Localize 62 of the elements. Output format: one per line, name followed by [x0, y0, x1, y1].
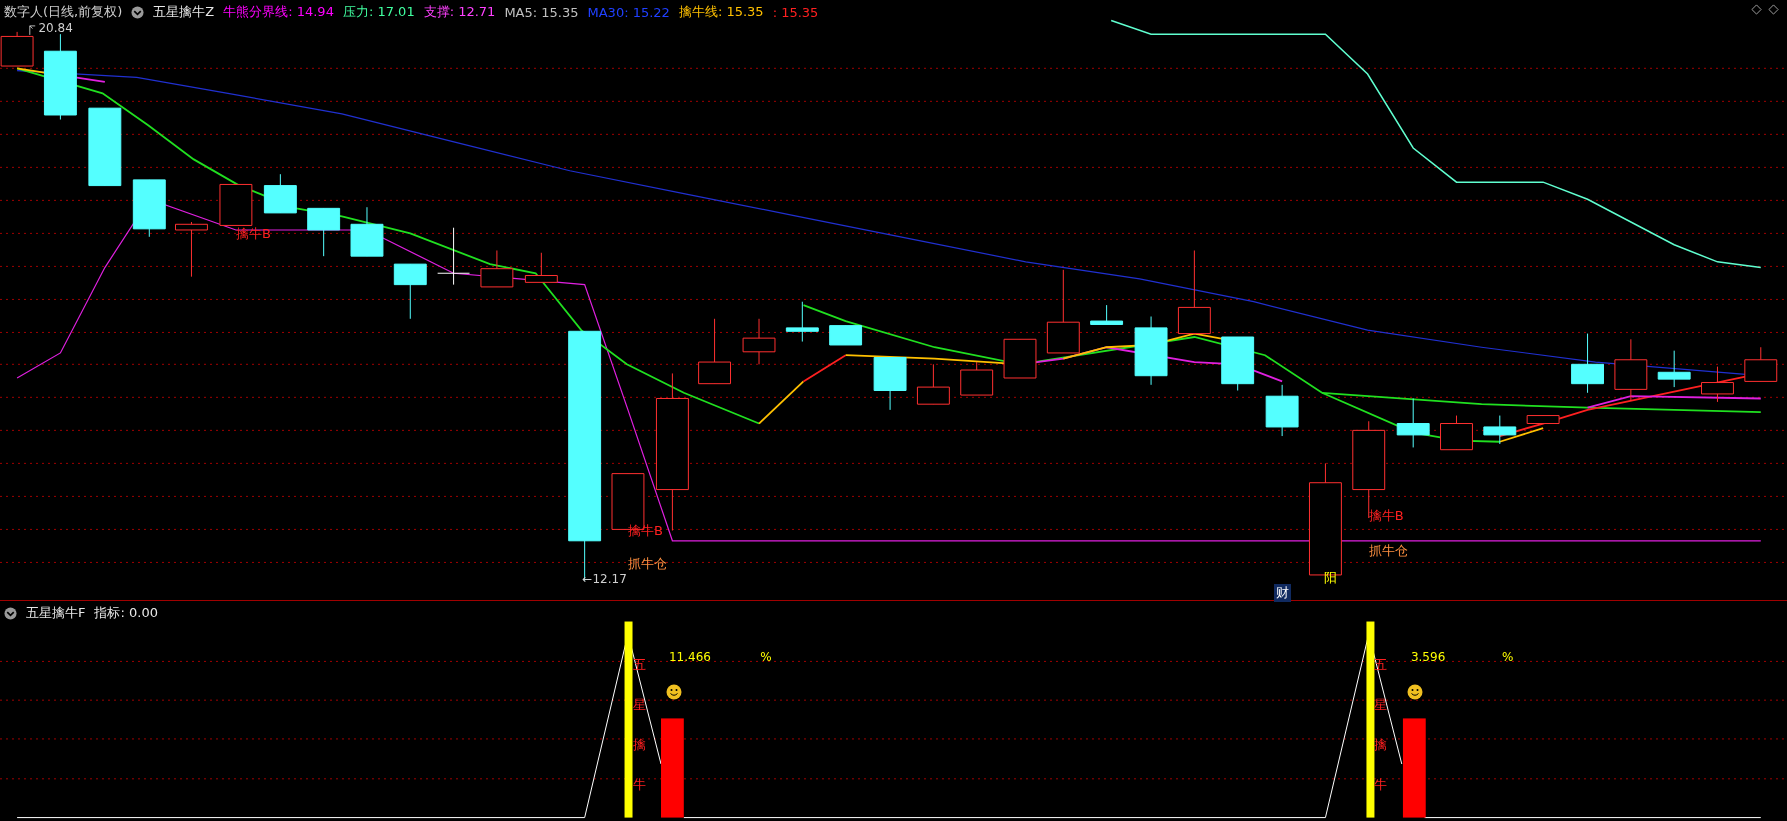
candlestick [960, 361, 994, 396]
candlestick [1526, 415, 1560, 425]
candlestick [307, 207, 341, 257]
candlestick [1440, 415, 1473, 451]
indicator-value: 指标: 0.00 [94, 604, 158, 622]
candlestick [1657, 350, 1691, 388]
candlestick [393, 263, 427, 320]
price-label: ←12.17 [582, 572, 627, 587]
vertical-label: 五星擒牛 [632, 656, 646, 795]
candlestick [1265, 384, 1299, 437]
legend-value: 支撑: 12.71 [423, 3, 496, 21]
candlestick [916, 363, 950, 405]
price-label: 20.84 [38, 20, 73, 35]
dropdown-icon[interactable] [4, 606, 17, 620]
arrow-icon [28, 23, 38, 35]
candlestick [873, 357, 907, 411]
candlestick [175, 221, 208, 278]
signal-label: 抓牛仓 [1368, 541, 1408, 560]
percent-sign: % [760, 650, 772, 665]
legend-value: MA5: 15.35 [504, 4, 579, 20]
candlestick [1003, 338, 1037, 379]
vertical-label: 五星擒牛 [1374, 656, 1388, 795]
legend-value: 牛熊分界线: 14.94 [223, 3, 334, 21]
candlestick [785, 301, 819, 343]
candlestick [742, 318, 776, 365]
smiley-icon [1407, 684, 1424, 701]
legend-value: 擒牛线: 15.35 [678, 3, 764, 21]
candlestick [350, 206, 384, 257]
legend-value: : 15.35 [772, 4, 819, 20]
chart-title: 数字人(日线,前复权) [4, 3, 123, 21]
candlestick [698, 318, 732, 385]
candlestick [1614, 338, 1648, 402]
candlestick [524, 252, 558, 283]
percent-value: 11.466 [669, 650, 711, 665]
candlestick [1571, 333, 1604, 394]
candlestick [1221, 336, 1255, 391]
legend-value: MA30: 15.22 [587, 4, 670, 20]
diamond-icon[interactable] [1768, 4, 1779, 15]
percent-value: 3.596 [1410, 650, 1446, 665]
candlestick [1090, 304, 1124, 325]
indicator-name: 五星擒牛F [26, 604, 86, 622]
dropdown-icon[interactable] [131, 5, 145, 19]
signal-label: 擒牛B [235, 224, 271, 243]
candlestick [132, 179, 166, 238]
candlestick [1396, 398, 1430, 448]
candlestick [480, 249, 514, 288]
diamond-icon[interactable] [1751, 4, 1762, 15]
candlestick [219, 183, 253, 226]
signal-label: 抓牛仓 [627, 555, 667, 574]
candlestick [1744, 346, 1778, 382]
smiley-icon [665, 684, 682, 701]
candlestick [1134, 316, 1168, 386]
candlestick [1701, 366, 1734, 403]
indicator-name: 五星擒牛Z [153, 3, 215, 21]
percent-sign: % [1502, 650, 1514, 665]
candlestick [437, 227, 471, 286]
legend-value: 压力: 17.01 [342, 3, 415, 21]
candlestick [263, 173, 297, 214]
signal-label: 擒牛B [1368, 507, 1404, 526]
candlestick [829, 325, 863, 346]
candlestick [1483, 415, 1517, 445]
signal-badge: 财 [1274, 583, 1292, 602]
